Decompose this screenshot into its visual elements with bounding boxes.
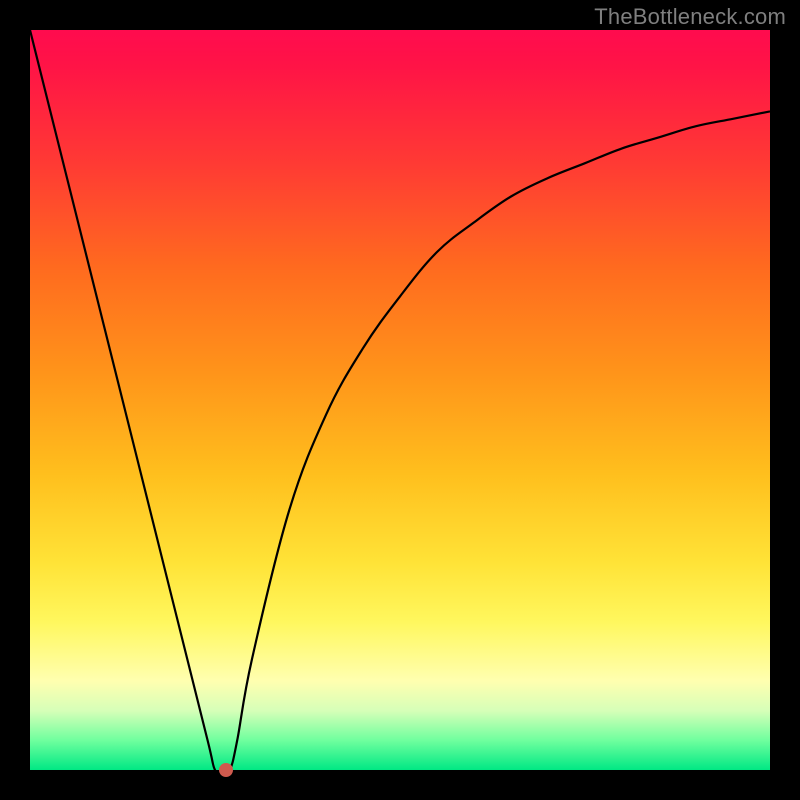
- bottleneck-curve: [30, 30, 770, 770]
- curve-path: [30, 30, 770, 770]
- chart-frame: TheBottleneck.com: [0, 0, 800, 800]
- optimum-marker: [219, 763, 233, 777]
- watermark-text: TheBottleneck.com: [594, 4, 786, 30]
- plot-area: [30, 30, 770, 770]
